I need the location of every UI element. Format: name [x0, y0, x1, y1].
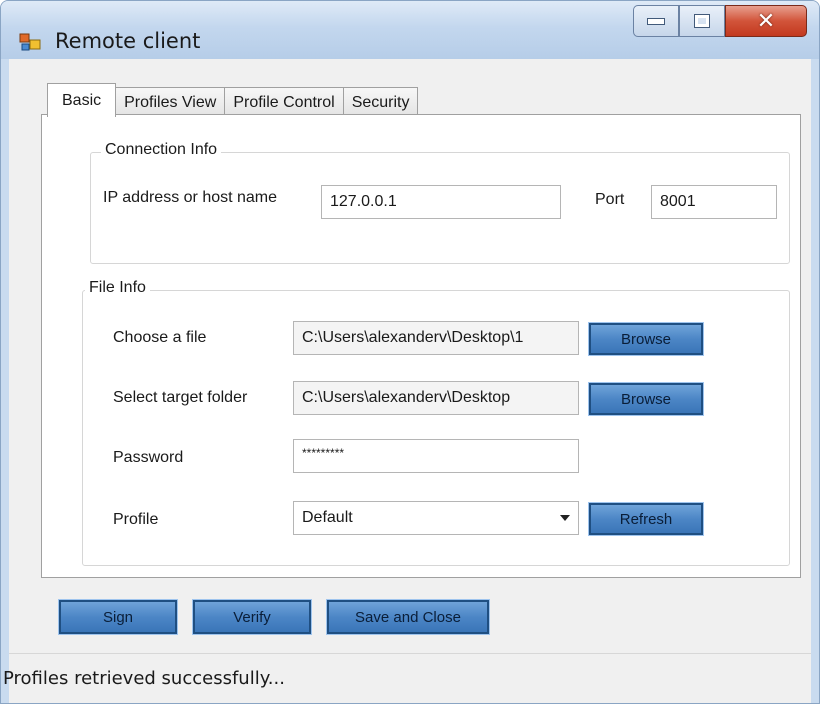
status-bar: Profiles retrieved successfully...: [3, 653, 811, 703]
port-label: Port: [595, 191, 625, 208]
client-area: Basic Profiles View Profile Control Secu…: [3, 59, 811, 703]
password-label: Password: [113, 449, 184, 466]
profile-select[interactable]: Default: [293, 501, 579, 535]
tab-profiles-view[interactable]: Profiles View: [115, 87, 226, 117]
host-input[interactable]: 127.0.0.1: [321, 185, 561, 219]
tab-security[interactable]: Security: [342, 87, 419, 117]
connection-info-title: Connection Info: [101, 141, 222, 159]
chevron-down-icon[interactable]: [560, 515, 570, 521]
port-input[interactable]: 8001: [651, 185, 777, 219]
file-path-input[interactable]: C:\Users\alexanderv\Desktop\1: [293, 321, 579, 355]
window-title: Remote client: [55, 29, 201, 53]
minimize-icon: [647, 17, 665, 25]
profile-label: Profile: [113, 511, 159, 528]
minimize-button[interactable]: [633, 5, 679, 37]
tab-basic[interactable]: Basic: [47, 83, 117, 117]
app-window: Remote client ✕ Basic Profiles View Prof…: [0, 0, 820, 704]
sign-button[interactable]: Sign: [58, 599, 178, 635]
target-folder-label: Select target folder: [113, 389, 248, 406]
title-bar[interactable]: Remote client ✕: [1, 1, 819, 59]
choose-file-label: Choose a file: [113, 329, 207, 346]
maximize-button[interactable]: [679, 5, 725, 37]
browse-folder-button[interactable]: Browse: [588, 382, 704, 416]
tab-strip: Basic Profiles View Profile Control Secu…: [47, 83, 419, 117]
status-text: Profiles retrieved successfully...: [3, 668, 285, 689]
host-label: IP address or host name: [103, 189, 278, 206]
refresh-button[interactable]: Refresh: [588, 502, 704, 536]
connection-info-group: Connection Info IP address or host name …: [90, 141, 790, 264]
profile-select-value: Default: [302, 509, 353, 526]
basic-tab-panel: Connection Info IP address or host name …: [41, 114, 801, 578]
password-input[interactable]: *********: [293, 439, 579, 473]
tab-profile-control[interactable]: Profile Control: [224, 87, 344, 117]
maximize-icon: [694, 14, 710, 28]
save-close-button[interactable]: Save and Close: [326, 599, 490, 635]
app-icon: [19, 33, 41, 51]
target-folder-input[interactable]: C:\Users\alexanderv\Desktop: [293, 381, 579, 415]
browse-file-button[interactable]: Browse: [588, 322, 704, 356]
window-controls: ✕: [633, 5, 807, 39]
verify-button[interactable]: Verify: [192, 599, 312, 635]
file-info-group: File Info Choose a file C:\Users\alexand…: [82, 279, 790, 566]
close-button[interactable]: ✕: [725, 5, 807, 37]
close-icon: ✕: [756, 8, 776, 34]
file-info-title: File Info: [85, 279, 150, 297]
